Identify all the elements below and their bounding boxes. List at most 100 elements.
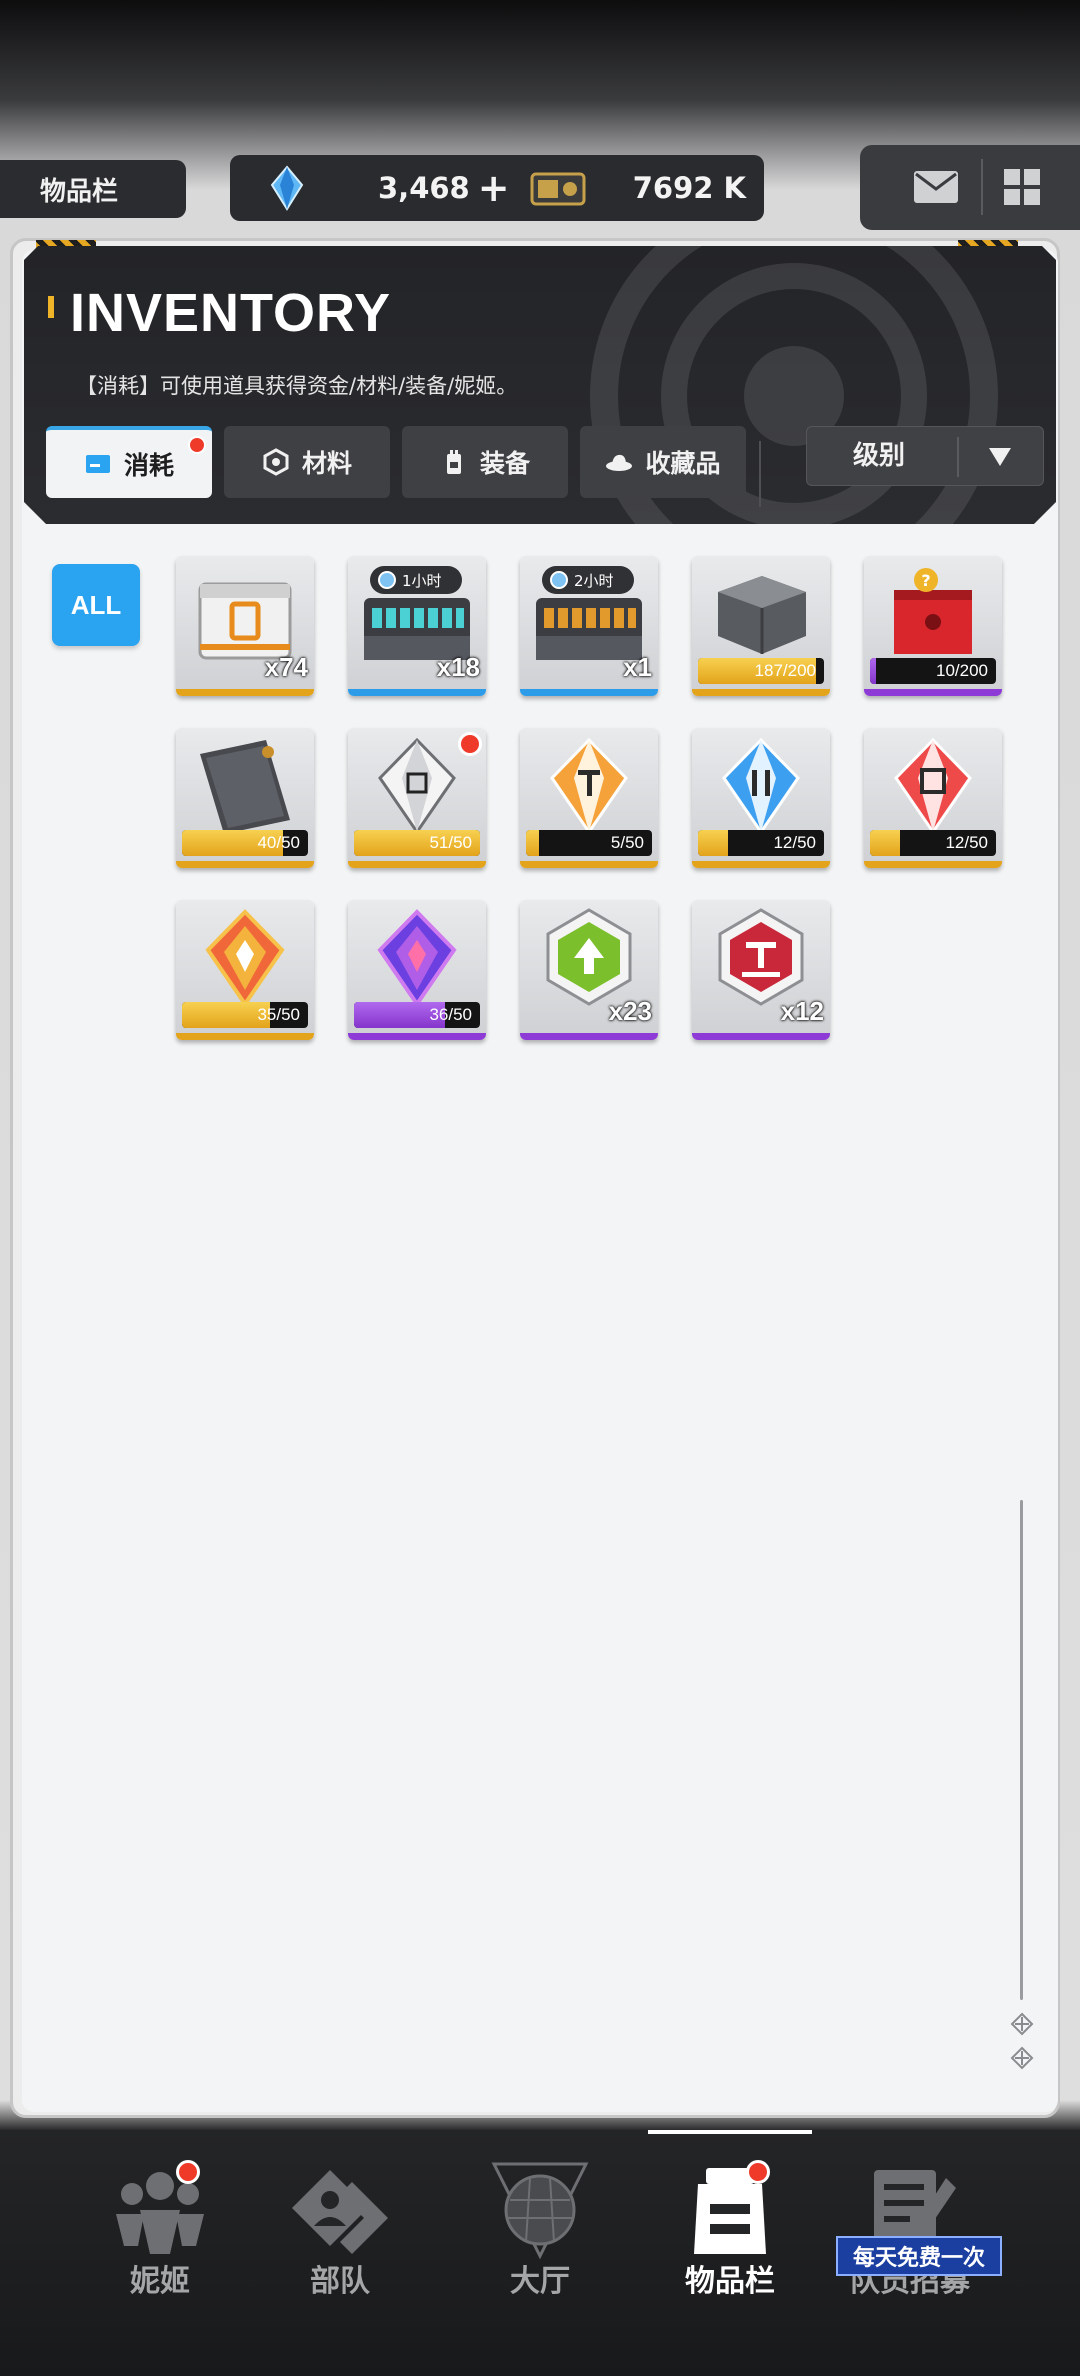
inventory-header: INVENTORY 【消耗】可使用道具获得资金/材料/装备/妮姬。 消耗 材料 — [24, 246, 1056, 524]
progress-text: 35/50 — [257, 1005, 300, 1024]
daily-free-badge: 每天免费一次 — [836, 2236, 1002, 2276]
progress-text: 187/200 — [754, 661, 816, 680]
item-count: x18 — [436, 652, 480, 682]
progress-fill — [526, 830, 539, 856]
tab-label: 消耗 — [123, 451, 174, 480]
tab-collectibles[interactable]: 收藏品 — [580, 426, 746, 498]
title-accent — [48, 296, 54, 318]
mail-icon[interactable] — [912, 167, 960, 207]
inventory-item[interactable]: 40/50 — [176, 728, 314, 868]
tab-description: 【消耗】可使用道具获得资金/材料/装备/妮姬。 — [76, 374, 518, 398]
consumable-icon — [84, 450, 112, 478]
orange-crystal-icon — [550, 737, 628, 835]
lobby-icon — [491, 2162, 589, 2260]
progress-text: 36/50 — [429, 1005, 472, 1024]
item-progress-bar: 40/50 — [182, 830, 308, 856]
inventory-content-area — [22, 250, 1058, 2112]
credits-counter: 7692 K — [633, 155, 746, 221]
item-count: x12 — [780, 996, 824, 1026]
tab-consumables[interactable]: 消耗 — [46, 426, 212, 498]
nav-label: 大厅 — [510, 2264, 570, 2299]
nav-recruit[interactable]: 队员招募 — [820, 2130, 1000, 2320]
item-count: x23 — [608, 996, 652, 1026]
inventory-item[interactable]: 2小时 x1 — [520, 556, 658, 696]
item-progress-bar: 36/50 — [354, 1002, 480, 1028]
nav-label: 妮姬 — [130, 2264, 190, 2299]
white-crystal-icon — [378, 737, 456, 835]
tab-label: 收藏品 — [645, 449, 721, 478]
credit-icon — [530, 172, 586, 206]
nav-label: 物品栏 — [685, 2264, 775, 2299]
triangle-down-icon — [987, 446, 1013, 468]
inventory-item[interactable]: x74 — [176, 556, 314, 696]
clock-icon — [378, 571, 396, 589]
inventory-item[interactable]: 36/50 — [348, 900, 486, 1040]
inventory-item[interactable]: 35/50 — [176, 900, 314, 1040]
collectible-icon — [605, 448, 633, 476]
item-progress-bar: 5/50 — [526, 830, 652, 856]
plus-icon[interactable]: + — [478, 169, 510, 207]
item-progress-bar: 10/200 — [870, 658, 996, 684]
tab-materials[interactable]: 材料 — [224, 426, 390, 498]
clock-icon — [550, 571, 568, 589]
document-folder-icon — [200, 740, 290, 834]
credits-value: 7692 K — [632, 171, 746, 205]
nav-squad[interactable]: 部队 — [250, 2130, 430, 2320]
progress-text: 12/50 — [773, 833, 816, 852]
progress-text: 12/50 — [945, 833, 988, 852]
progress-fill — [698, 830, 729, 856]
inventory-item[interactable]: 12/50 — [692, 728, 830, 868]
notification-dot — [176, 2160, 200, 2184]
item-progress-bar: 35/50 — [182, 1002, 308, 1028]
filter-all-button[interactable]: ALL — [52, 564, 140, 646]
sort-dropdown[interactable]: 级别 — [806, 426, 1044, 486]
notification-dot — [188, 436, 206, 454]
item-count: x1 — [623, 652, 652, 682]
inventory-item[interactable]: 12/50 — [864, 728, 1002, 868]
squad-icon — [292, 2170, 388, 2254]
sort-selected-value: 级别 — [853, 441, 906, 471]
progress-text: 40/50 — [257, 833, 300, 852]
item-duration-tag: 1小时 — [370, 566, 462, 594]
duration-label: 2小时 — [574, 571, 614, 590]
gems-value: 3,468 — [378, 171, 470, 205]
inventory-item[interactable]: 5/50 — [520, 728, 658, 868]
scrollbar[interactable] — [1020, 1500, 1023, 2000]
divider — [957, 437, 959, 477]
tab-label: 材料 — [301, 449, 352, 478]
nav-nikke[interactable]: 妮姬 — [70, 2130, 250, 2320]
scroll-marker-icon — [1010, 2012, 1034, 2036]
inventory-item[interactable]: 51/50 — [348, 728, 486, 868]
notification-dot — [458, 732, 482, 756]
notification-dot — [746, 2160, 770, 2184]
duration-label: 1小时 — [402, 571, 442, 590]
nav-inventory[interactable]: 物品栏 — [640, 2130, 820, 2320]
progress-text: 51/50 — [429, 833, 472, 852]
progress-fill — [870, 830, 901, 856]
inventory-item[interactable]: x12 — [692, 900, 830, 1040]
menu-grid-icon[interactable] — [1002, 167, 1042, 207]
inventory-item[interactable]: ? 10/200 — [864, 556, 1002, 696]
nav-label: 部队 — [310, 2264, 370, 2299]
currency-bar: 3,468 + 7692 K — [230, 155, 764, 221]
gems-counter[interactable]: 3,468 + — [378, 155, 510, 221]
screen-label: 物品栏 — [0, 160, 186, 218]
item-duration-tag: 2小时 — [542, 566, 634, 594]
inventory-item[interactable]: 187/200 — [692, 556, 830, 696]
lucky-box-icon: ? — [894, 568, 972, 654]
fire-crystal-icon — [205, 909, 285, 1008]
nav-lobby[interactable]: 大厅 — [450, 2130, 630, 2320]
item-progress-bar: 12/50 — [870, 830, 996, 856]
tab-equipment[interactable]: 装备 — [402, 426, 568, 498]
violet-crystal-icon — [377, 909, 457, 1008]
item-progress-bar: 51/50 — [354, 830, 480, 856]
top-right-controls — [860, 145, 1080, 230]
progress-text: 10/200 — [936, 661, 988, 680]
red-crystal-icon — [894, 737, 972, 835]
blue-crystal-icon — [722, 737, 800, 835]
item-count: x74 — [264, 652, 308, 682]
inventory-item[interactable]: 1小时 x18 — [348, 556, 486, 696]
inventory-item[interactable]: x23 — [520, 900, 658, 1040]
gem-icon — [270, 165, 304, 211]
tab-label: 装备 — [479, 449, 530, 478]
